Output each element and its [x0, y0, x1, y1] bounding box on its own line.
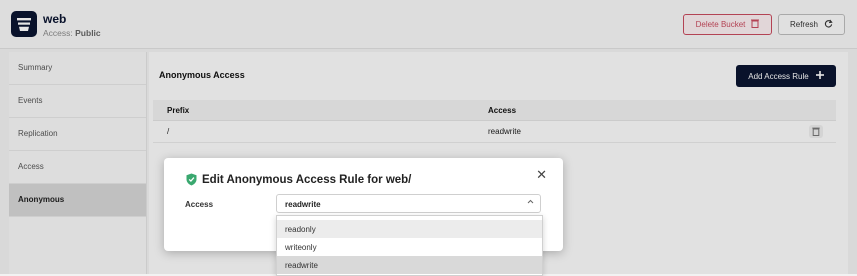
- option-writeonly[interactable]: writeonly: [277, 238, 542, 256]
- shield-check-icon: [186, 173, 197, 188]
- option-readwrite[interactable]: readwrite: [277, 256, 542, 274]
- option-label: readonly: [285, 225, 316, 234]
- access-select[interactable]: readwrite: [276, 194, 541, 213]
- access-field-label: Access: [185, 200, 214, 209]
- access-options-dropdown: readonly writeonly readwrite: [276, 215, 543, 276]
- access-select-value: readwrite: [285, 200, 321, 209]
- option-label: readwrite: [285, 261, 318, 270]
- option-readonly[interactable]: readonly: [277, 220, 542, 238]
- option-label: writeonly: [285, 243, 317, 252]
- chevron-up-icon: [527, 199, 534, 206]
- close-icon[interactable]: ✕: [536, 167, 547, 183]
- modal-title: Edit Anonymous Access Rule for web/: [202, 174, 412, 186]
